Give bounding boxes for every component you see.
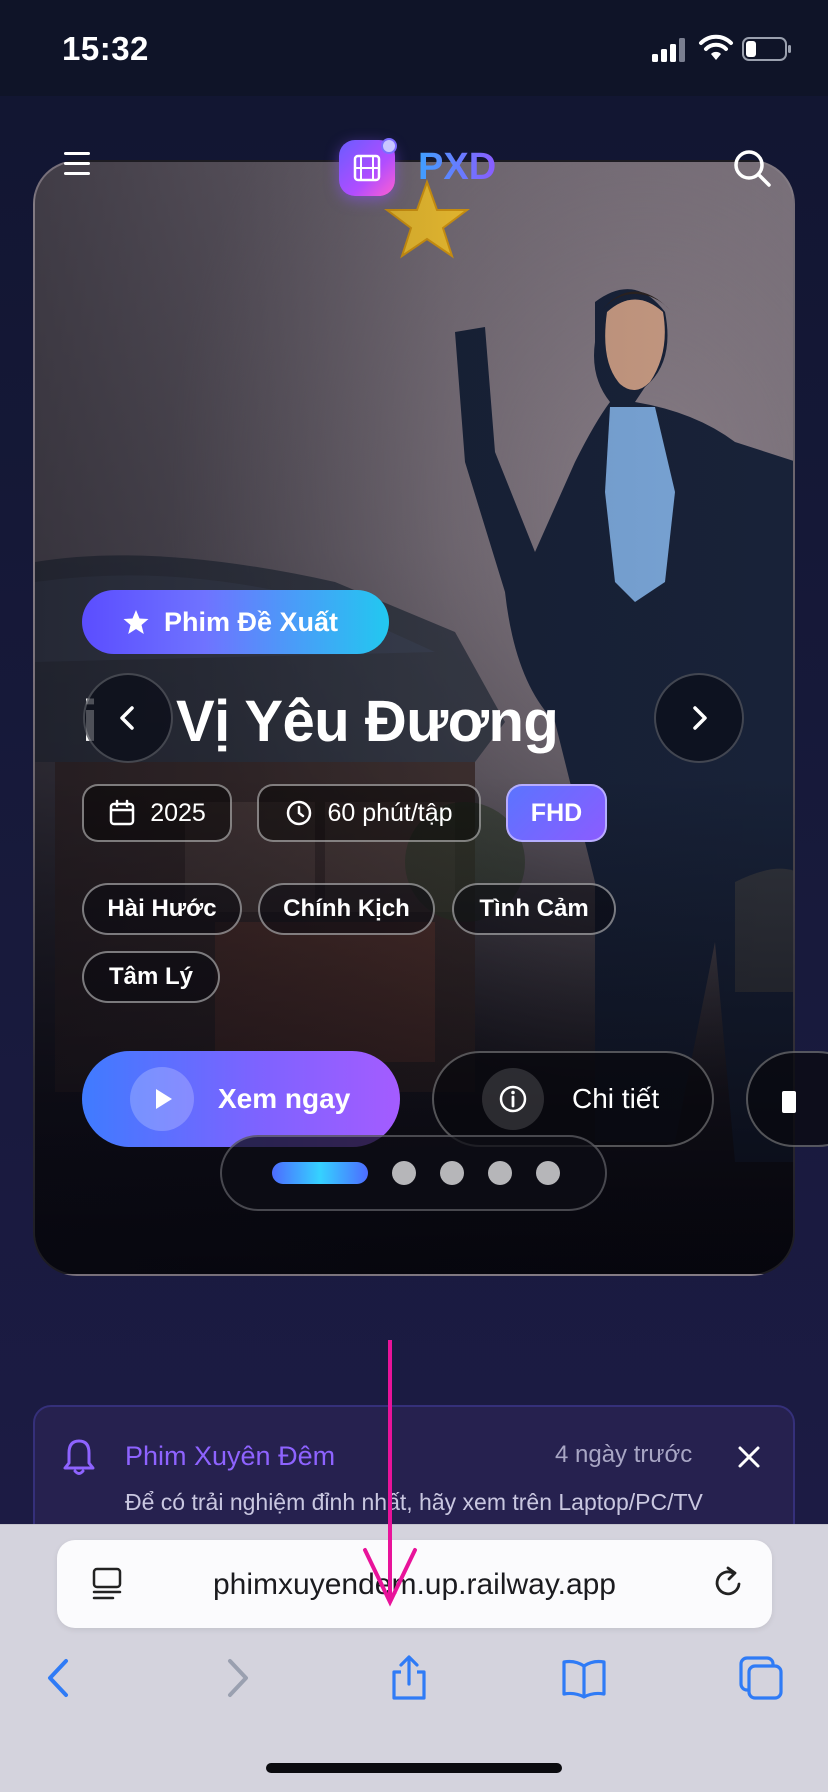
chevron-left-icon <box>120 706 134 730</box>
status-bar: 15:32 <box>0 0 828 96</box>
detail-label: Chi tiết <box>572 1083 660 1114</box>
film-icon[interactable] <box>339 138 397 196</box>
movie-title: Vị Yêu Đương <box>176 689 559 754</box>
chevron-right-icon <box>693 706 707 730</box>
detail-button[interactable]: Chi tiết <box>432 1051 714 1147</box>
genre-tag[interactable]: Chính Kịch <box>258 883 435 935</box>
annotation-arrow-icon <box>363 1340 417 1607</box>
carousel-pagination <box>220 1135 607 1211</box>
brand-logo-text[interactable]: PXD <box>418 146 496 189</box>
notification-time: 4 ngày trước <box>555 1441 693 1468</box>
carousel-dot[interactable] <box>536 1161 560 1185</box>
carousel-dot-active[interactable] <box>272 1162 368 1184</box>
calendar-icon <box>109 799 135 826</box>
genre-tag[interactable]: Hài Hước <box>82 883 242 935</box>
prev-slide-button[interactable] <box>83 673 173 763</box>
wifi-icon <box>699 34 733 60</box>
duration-value: 60 phút/tập <box>327 798 453 827</box>
duration-chip: 60 phút/tập <box>257 784 481 842</box>
notification-title: Phim Xuyên Đêm <box>125 1441 336 1471</box>
info-icon <box>482 1068 544 1130</box>
recommended-badge-label: Phim Đề Xuất <box>164 606 339 637</box>
close-icon[interactable] <box>735 1443 763 1471</box>
quality-badge: FHD <box>506 784 607 842</box>
recommended-badge: Phim Đề Xuất <box>82 590 389 654</box>
search-icon[interactable] <box>732 148 772 188</box>
carousel-dot[interactable] <box>488 1161 512 1185</box>
carousel-dot[interactable] <box>440 1161 464 1185</box>
tabs-icon[interactable] <box>738 1655 784 1701</box>
year-chip: 2025 <box>82 784 232 842</box>
watch-now-button[interactable]: Xem ngay <box>82 1051 400 1147</box>
clock-icon <box>287 800 312 826</box>
share-icon[interactable] <box>386 1655 432 1701</box>
status-time: 15:32 <box>62 30 149 67</box>
reload-icon[interactable] <box>711 1564 747 1602</box>
watch-now-label: Xem ngay <box>218 1083 351 1114</box>
bell-icon <box>63 1439 95 1475</box>
genre-tag[interactable]: Tâm Lý <box>82 951 220 1003</box>
menu-icon[interactable] <box>64 152 96 182</box>
battery-icon <box>742 37 791 61</box>
cellular-signal-icon <box>652 38 685 62</box>
carousel-dot[interactable] <box>392 1161 416 1185</box>
back-icon[interactable] <box>36 1655 82 1701</box>
home-indicator <box>266 1763 562 1773</box>
year-value: 2025 <box>150 798 206 827</box>
genre-tag[interactable]: Tình Cảm <box>452 883 616 935</box>
play-icon <box>130 1067 194 1131</box>
forward-icon[interactable] <box>214 1655 260 1701</box>
star-icon <box>123 610 149 634</box>
next-slide-button[interactable] <box>654 673 744 763</box>
book-icon[interactable] <box>561 1655 607 1701</box>
